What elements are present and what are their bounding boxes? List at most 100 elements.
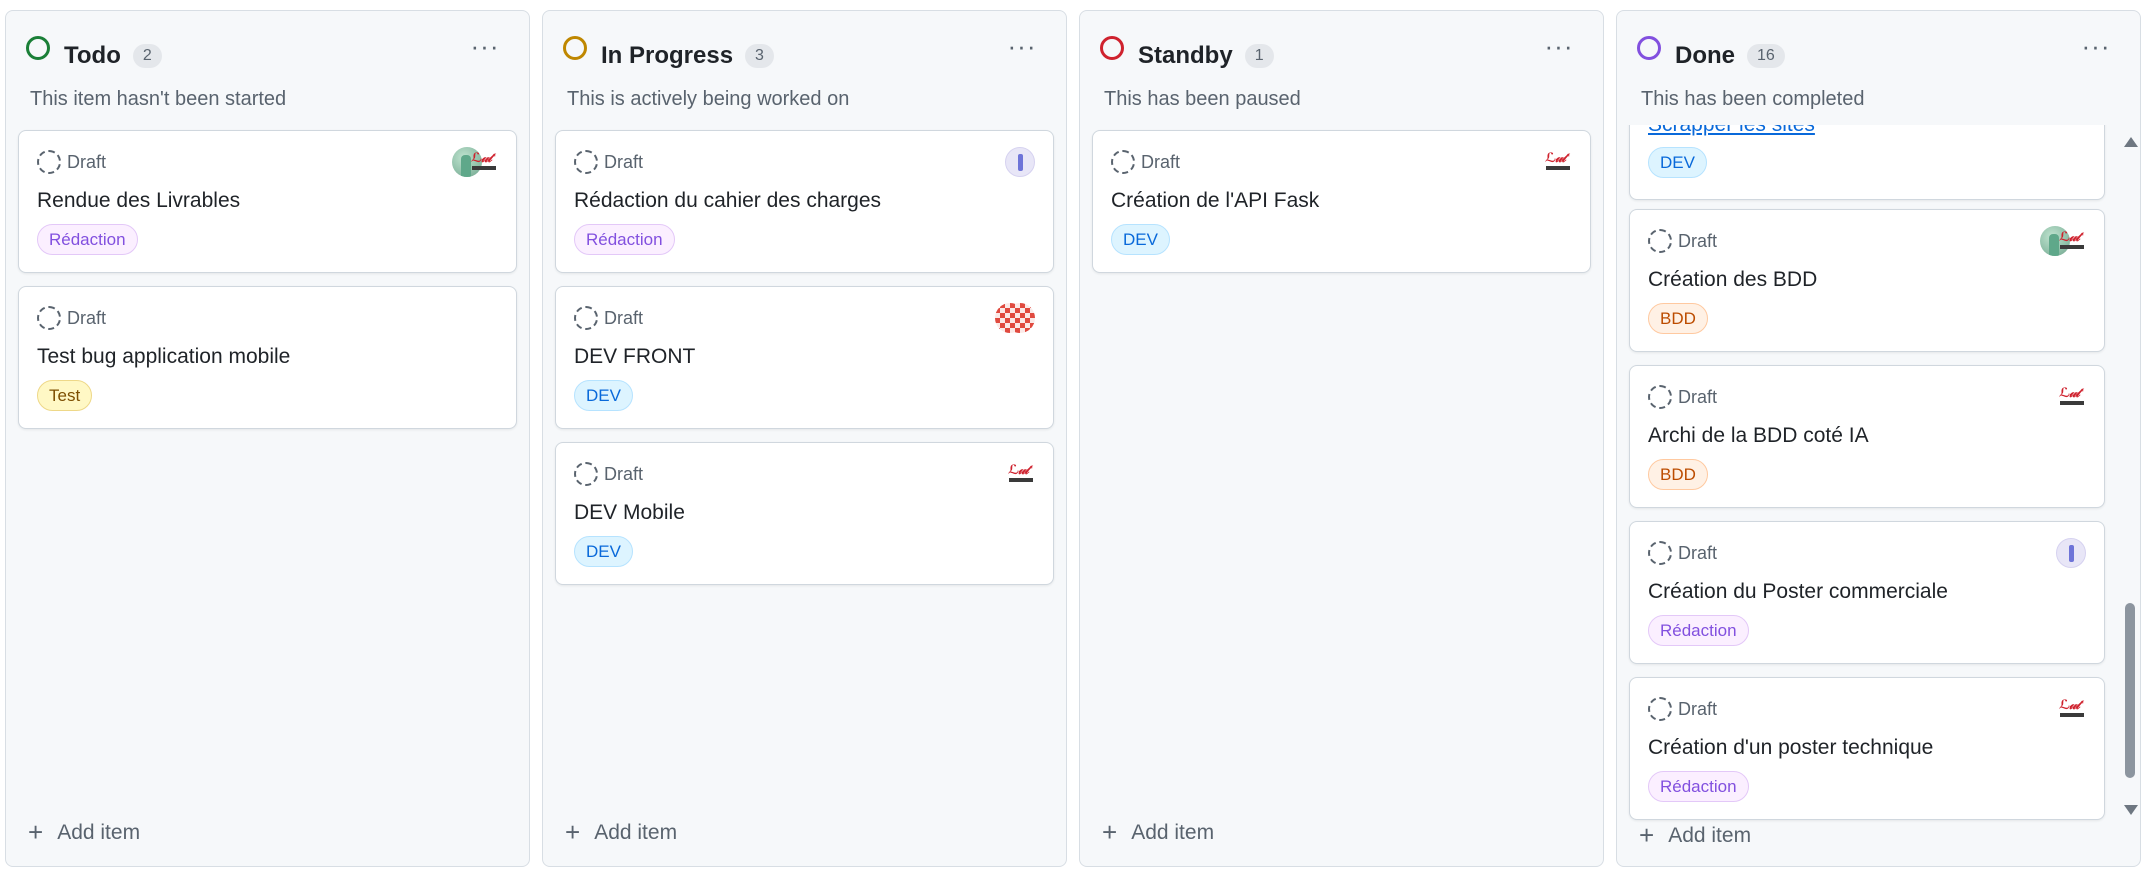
more-horizontal-icon[interactable]: ···	[1541, 33, 1577, 67]
label-tag: BDD	[1648, 459, 1708, 490]
column-header: Done 16 ··· This has been completed	[1617, 11, 2140, 115]
column-header: Todo 2 ··· This item hasn't been started	[6, 11, 529, 115]
card-dev-front[interactable]: Draft DEV FRONT DEV	[555, 286, 1054, 429]
assignee-avatar[interactable]: ℒ𝓊𝓉	[452, 147, 498, 177]
card-title[interactable]: Archi de la BDD coté IA	[1648, 424, 1869, 448]
scroll-down-arrow-icon[interactable]	[2124, 805, 2138, 815]
plus-icon: +	[1102, 817, 1118, 847]
dashed-circle-icon	[37, 306, 61, 330]
circle-icon	[1637, 36, 1661, 60]
more-horizontal-icon[interactable]: ···	[1004, 33, 1040, 67]
card-title[interactable]: Création du Poster commerciale	[1648, 580, 1948, 604]
plus-icon: +	[28, 817, 44, 847]
card-test-bug[interactable]: Draft Test bug application mobile Test	[18, 286, 517, 429]
label-tag: Rédaction	[37, 224, 138, 255]
column-header: In Progress 3 ··· This is actively being …	[543, 11, 1066, 115]
red-logo-icon: ℒ𝓊𝓉	[470, 151, 498, 173]
column-todo: Todo 2 ··· This item hasn't been started …	[5, 10, 530, 867]
circle-icon	[563, 36, 587, 60]
circle-icon	[1100, 36, 1124, 60]
purple-identicon-icon	[2056, 538, 2086, 568]
assignee-avatar[interactable]: ℒ𝓊𝓉	[2058, 382, 2086, 412]
dashed-circle-icon	[574, 306, 598, 330]
add-item-button[interactable]: + Add item	[1639, 820, 1751, 851]
column-standby: Standby 1 ··· This has been paused Draft …	[1079, 10, 1604, 867]
card-creation-bdd[interactable]: Draft ℒ𝓊𝓉 Création des BDD BDD	[1629, 209, 2105, 352]
item-count-badge: 3	[745, 44, 774, 68]
vertical-scrollbar[interactable]	[2122, 131, 2138, 821]
plus-icon: +	[565, 817, 581, 847]
column-description: This item hasn't been started	[30, 88, 287, 110]
dashed-circle-icon	[37, 150, 61, 174]
card-scroll-region[interactable]: Scrapper les sites DEV Draft ℒ𝓊𝓉 Créatio…	[1617, 125, 2140, 823]
card-title[interactable]: DEV Mobile	[574, 501, 685, 525]
column-title: Todo 2	[64, 44, 162, 68]
column-in-progress: In Progress 3 ··· This is actively being …	[542, 10, 1067, 867]
label-tag: DEV	[574, 380, 633, 411]
card-title[interactable]: Création des BDD	[1648, 268, 1817, 292]
card-cahier-des-charges[interactable]: Draft Rédaction du cahier des charges Ré…	[555, 130, 1054, 273]
card-title[interactable]: Test bug application mobile	[37, 345, 290, 369]
label-tag: Rédaction	[1648, 615, 1749, 646]
column-title: Standby 1	[1138, 44, 1274, 68]
assignee-avatar[interactable]	[1005, 147, 1035, 177]
card-title[interactable]: Création de l'API Fask	[1111, 189, 1319, 213]
more-horizontal-icon[interactable]: ···	[467, 33, 503, 67]
card-rendue-livrables[interactable]: Draft ℒ𝓊𝓉 Rendue des Livrables Rédaction	[18, 130, 517, 273]
card-status: Draft	[1678, 699, 1718, 719]
card-title-link[interactable]: Scrapper les sites	[1648, 125, 1815, 137]
red-logo-icon: ℒ𝓊𝓉	[2058, 230, 2086, 252]
assignee-avatar[interactable]: ℒ𝓊𝓉	[2058, 694, 2086, 724]
card-title[interactable]: Rédaction du cahier des charges	[574, 189, 881, 213]
assignee-avatar[interactable]: ℒ𝓊𝓉	[1544, 147, 1572, 177]
assignee-avatar[interactable]: ℒ𝓊𝓉	[1007, 459, 1035, 489]
column-title: Done 16	[1675, 44, 1785, 68]
card-status: Draft	[1678, 543, 1718, 563]
card-status: Draft	[67, 152, 107, 172]
purple-identicon-icon	[1005, 147, 1035, 177]
dashed-circle-icon	[1648, 229, 1672, 253]
item-count-badge: 1	[1244, 44, 1274, 68]
scroll-up-arrow-icon[interactable]	[2124, 137, 2138, 147]
scrollbar-thumb[interactable]	[2125, 603, 2135, 778]
dashed-circle-icon	[574, 462, 598, 486]
column-description: This has been completed	[1641, 88, 1865, 110]
label-tag: BDD	[1648, 303, 1708, 334]
assignee-avatar[interactable]: ℒ𝓊𝓉	[2040, 226, 2086, 256]
card-status: Draft	[604, 152, 644, 172]
card-scrapper-sites[interactable]: Scrapper les sites DEV	[1629, 125, 2105, 200]
card-status: Draft	[67, 308, 107, 328]
item-count-badge: 2	[132, 44, 162, 68]
dashed-circle-icon	[1648, 385, 1672, 409]
label-tag: Rédaction	[1648, 771, 1749, 802]
card-title[interactable]: Rendue des Livrables	[37, 189, 240, 213]
card-status: Draft	[1678, 387, 1718, 407]
label-tag: DEV	[1111, 224, 1170, 255]
card-poster-commerciale[interactable]: Draft Création du Poster commerciale Réd…	[1629, 521, 2105, 664]
dashed-circle-icon	[1648, 697, 1672, 721]
more-horizontal-icon[interactable]: ···	[2078, 33, 2114, 67]
add-item-button[interactable]: + Add item	[1102, 817, 1214, 848]
assignee-avatar[interactable]	[2056, 538, 2086, 568]
red-logo-icon: ℒ𝓊𝓉	[2058, 386, 2086, 408]
card-title[interactable]: DEV FRONT	[574, 345, 695, 369]
circle-icon	[26, 36, 50, 60]
assignee-avatar[interactable]	[995, 303, 1035, 333]
column-title: In Progress 3	[601, 44, 774, 68]
label-tag: Test	[37, 380, 93, 411]
column-header: Standby 1 ··· This has been paused	[1080, 11, 1603, 115]
card-status: Draft	[604, 308, 644, 328]
label-tag: DEV	[1648, 147, 1707, 178]
red-logo-icon: ℒ𝓊𝓉	[1544, 151, 1572, 173]
column-description: This is actively being worked on	[567, 88, 850, 110]
card-dev-mobile[interactable]: Draft ℒ𝓊𝓉 DEV Mobile DEV	[555, 442, 1054, 585]
add-item-button[interactable]: + Add item	[28, 817, 140, 848]
add-item-button[interactable]: + Add item	[565, 817, 677, 848]
card-archi-bdd[interactable]: Draft ℒ𝓊𝓉 Archi de la BDD coté IA BDD	[1629, 365, 2105, 508]
label-tag: DEV	[574, 536, 633, 567]
card-api-fask[interactable]: Draft ℒ𝓊𝓉 Création de l'API Fask DEV	[1092, 130, 1591, 273]
dashed-circle-icon	[574, 150, 598, 174]
card-poster-technique[interactable]: Draft ℒ𝓊𝓉 Création d'un poster technique…	[1629, 677, 2105, 820]
red-logo-icon: ℒ𝓊𝓉	[1007, 463, 1035, 485]
card-title[interactable]: Création d'un poster technique	[1648, 736, 1933, 760]
